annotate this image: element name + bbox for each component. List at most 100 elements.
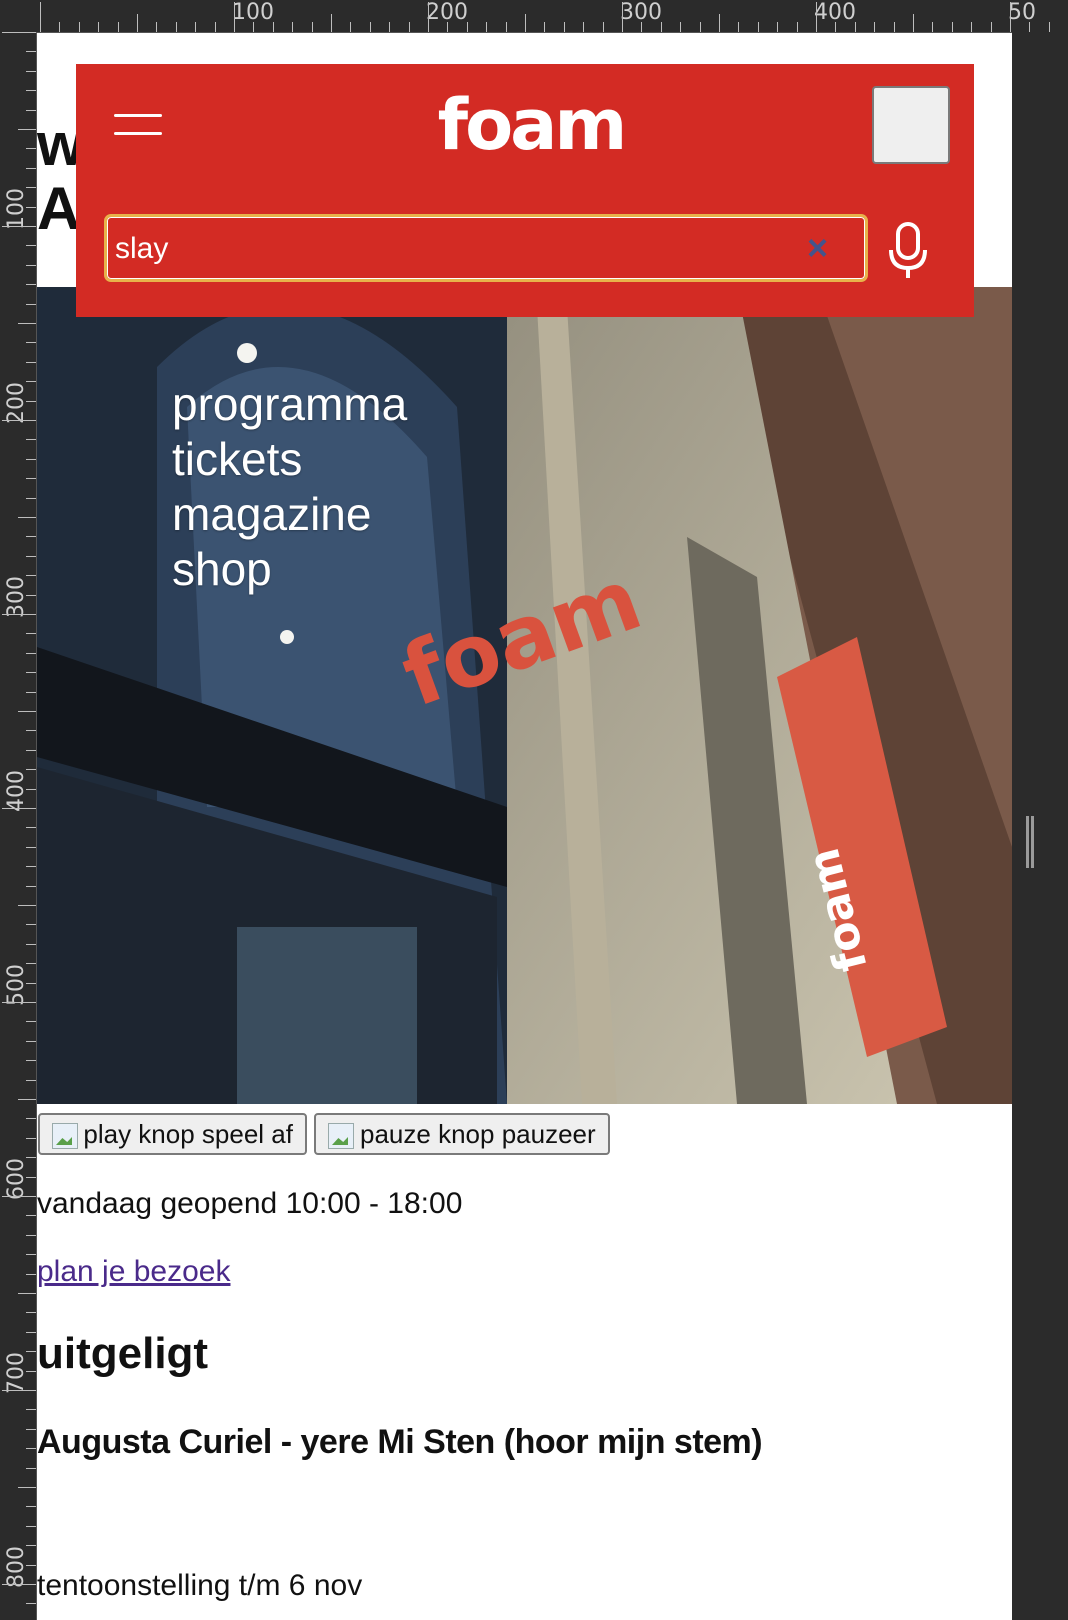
nav-programma[interactable]: programma: [172, 377, 407, 432]
ruler-tick: [26, 866, 36, 868]
ruler-tick: [854, 22, 856, 32]
ruler-label-v800: 800: [4, 1546, 29, 1588]
ruler-tick: [699, 22, 701, 32]
ruler-tick: [26, 361, 36, 363]
horizontal-ruler: 100 200 300 400 50: [0, 0, 1068, 33]
site-logo[interactable]: foam: [436, 84, 628, 166]
ruler-tick: [660, 22, 662, 32]
ruler-tick: [26, 1506, 36, 1508]
ruler-tick: [583, 22, 585, 32]
ruler-tick: [369, 22, 371, 32]
ruler-tick: [26, 1409, 36, 1411]
nav-magazine[interactable]: magazine: [172, 487, 407, 542]
ruler-tick: [602, 22, 604, 32]
ruler-tick: [1029, 22, 1031, 32]
ruler-tick: [874, 22, 876, 32]
ruler-tick: [951, 22, 953, 32]
ruler-tick: [214, 22, 216, 32]
ruler-tick: [26, 1215, 36, 1217]
ruler-tick: [26, 652, 36, 654]
ruler-tick: [26, 672, 36, 674]
right-gutter: [1012, 32, 1068, 1620]
featured-item-title[interactable]: Augusta Curiel - yere Mi Sten (hoor mijn…: [37, 1423, 763, 1462]
ruler-tick: [2, 1584, 36, 1585]
pause-button[interactable]: pauze knop pauzeer: [314, 1113, 610, 1155]
ruler-tick: [2, 808, 36, 809]
ruler-tick: [738, 22, 740, 32]
ruler-tick: [26, 982, 36, 984]
ruler-tick: [26, 187, 36, 189]
ruler-label-v700: 700: [4, 1352, 29, 1394]
nav-tickets[interactable]: tickets: [172, 432, 407, 487]
ruler-tick: [835, 22, 837, 32]
ruler-tick: [26, 245, 36, 247]
ruler-tick: [26, 109, 36, 111]
play-button[interactable]: play knop speel af: [38, 1113, 307, 1155]
ruler-tick: [26, 1603, 36, 1605]
ruler-tick: [156, 22, 158, 32]
ruler-label-v100: 100: [4, 188, 29, 230]
ruler-tick: [18, 323, 36, 324]
ruler-tick: [389, 22, 391, 32]
ruler-tick: [525, 14, 526, 32]
ruler-tick: [195, 22, 197, 32]
ruler-tick: [253, 22, 255, 32]
pause-alt-text: pauze knop: [360, 1118, 495, 1149]
ruler-tick: [26, 1060, 36, 1062]
ruler-tick: [447, 22, 449, 32]
ruler-tick: [18, 905, 36, 906]
ruler-tick: [622, 2, 623, 32]
header-square-button[interactable]: [872, 86, 950, 164]
ruler-tick: [2, 420, 36, 421]
ruler-tick: [234, 2, 235, 32]
ruler-tick: [26, 167, 36, 169]
search-input[interactable]: [115, 229, 795, 269]
ruler-tick: [26, 1234, 36, 1236]
ruler-tick: [26, 730, 36, 732]
ruler-tick: [26, 594, 36, 596]
ruler-label-v200: 200: [4, 382, 29, 424]
ruler-label-v500: 500: [4, 964, 29, 1006]
ruler-tick: [26, 400, 36, 402]
ruler-tick: [1048, 22, 1050, 32]
ruler-tick: [18, 711, 36, 712]
ruler-tick: [26, 1176, 36, 1178]
ruler-tick: [78, 22, 80, 32]
ruler-tick: [26, 1312, 36, 1314]
ruler-tick: [26, 90, 36, 92]
plan-visit-link[interactable]: plan je bezoek: [37, 1255, 230, 1289]
ruler-tick: [505, 22, 507, 32]
ruler-tick: [26, 381, 36, 383]
ruler-tick: [26, 1525, 36, 1527]
ruler-label-300: 300: [620, 0, 662, 25]
site-header: foam ×: [76, 64, 974, 317]
ruler-tick: [26, 1040, 36, 1042]
ruler-tick: [408, 22, 410, 32]
ruler-tick: [2, 1196, 36, 1197]
featured-heading: uitgeligt: [37, 1329, 209, 1378]
ruler-tick: [26, 264, 36, 266]
clear-search-icon[interactable]: ×: [807, 227, 828, 269]
ruler-tick: [26, 1254, 36, 1256]
ruler-tick: [18, 129, 36, 130]
ruler-tick: [26, 1467, 36, 1469]
ruler-tick: [26, 1157, 36, 1159]
microphone-icon[interactable]: [888, 222, 928, 280]
vertical-ruler: 100 200 300 400 500 600 700 800: [0, 32, 37, 1620]
ruler-tick: [26, 769, 36, 771]
ruler-label-200: 200: [426, 0, 468, 25]
ruler-tick: [26, 1564, 36, 1566]
nav-shop[interactable]: shop: [172, 542, 407, 597]
ruler-label-100: 100: [232, 0, 274, 25]
resize-handle[interactable]: [1026, 816, 1034, 868]
ruler-tick: [331, 14, 332, 32]
ruler-tick: [26, 536, 36, 538]
ruler-tick: [26, 1351, 36, 1353]
ruler-tick: [26, 943, 36, 945]
hamburger-menu-icon[interactable]: [114, 114, 164, 136]
search-box: ×: [104, 214, 868, 282]
ruler-tick: [26, 1273, 36, 1275]
ruler-tick: [26, 1021, 36, 1023]
ruler-tick: [26, 1545, 36, 1547]
ruler-tick: [719, 14, 720, 32]
